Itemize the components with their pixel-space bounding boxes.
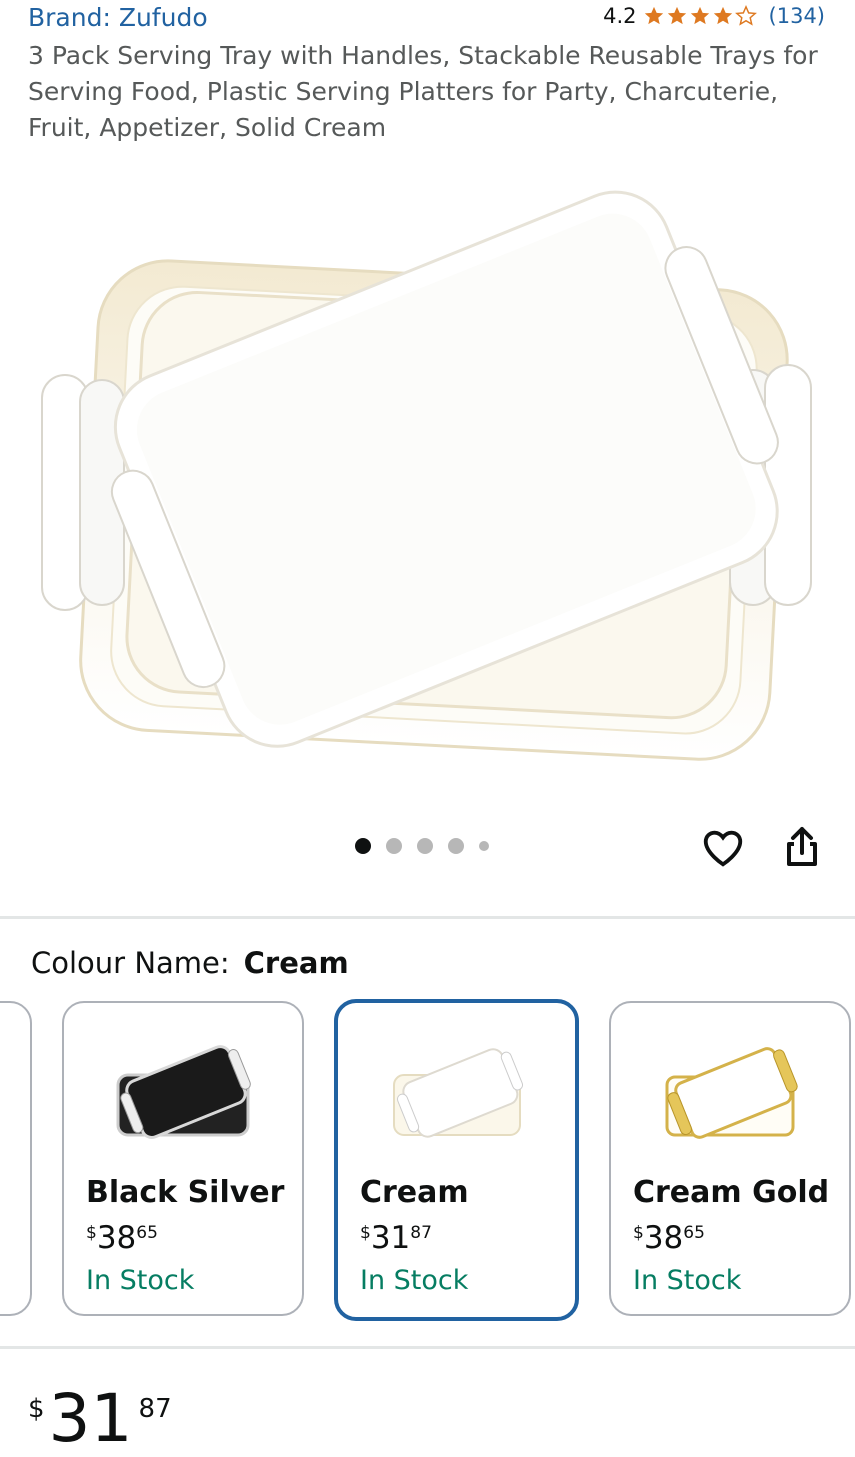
colour-option-card-offscreen[interactable] [0,1001,32,1316]
price-fraction: 65 [683,1223,705,1243]
buybox-price: $ 31 87 [28,1386,172,1452]
colour-option-cream-gold[interactable]: Cream Gold $ 38 65 In Stock [609,1001,851,1316]
heart-icon[interactable] [700,825,746,871]
price-whole: 38 [96,1220,137,1256]
brand-link[interactable]: Brand: Zufudo [28,3,208,32]
option-price: $ 38 65 [633,1221,705,1255]
option-name: Cream Gold [633,1175,830,1210]
option-name: Black Silver [86,1175,285,1210]
star-empty-icon [734,5,757,26]
price-symbol: $ [360,1223,371,1243]
option-price: $ 31 87 [360,1221,432,1255]
section-divider [0,1346,855,1349]
option-price: $ 38 65 [86,1221,158,1255]
price-fraction: 65 [136,1223,158,1243]
price-whole: 31 [370,1220,411,1256]
colour-label-text: Colour Name: [31,946,230,980]
price-fraction: 87 [410,1223,432,1243]
option-name: Cream [360,1175,469,1210]
colour-option-cream[interactable]: Cream $ 31 87 In Stock [334,999,579,1321]
colour-option-black-silver[interactable]: Black Silver $ 38 65 In Stock [62,1001,304,1316]
availability-status: In Stock [633,1265,742,1296]
star-full-icon [644,6,663,25]
cream-tray-thumbnail [392,1048,523,1138]
price-symbol: $ [86,1223,97,1243]
share-icon[interactable] [778,823,826,871]
price-symbol: $ [633,1223,644,1243]
cream-gold-tray-thumbnail [665,1047,798,1139]
carousel-dot[interactable] [448,838,464,854]
colour-selector-label: Colour Name: Cream [31,946,349,980]
rating-summary[interactable]: 4.2 (134) [603,4,825,28]
rating-count-link[interactable]: (134) [769,4,825,28]
product-title: 3 Pack Serving Tray with Handles, Stacka… [28,41,818,142]
product-image[interactable] [30,165,825,785]
carousel-dot-active[interactable] [355,838,371,854]
carousel-dot[interactable] [386,838,402,854]
star-full-icon [667,6,686,25]
price-whole: 31 [48,1380,133,1457]
availability-status: In Stock [360,1265,469,1296]
availability-status: In Stock [86,1265,195,1296]
section-divider [0,916,855,919]
price-symbol: $ [28,1394,45,1424]
black-silver-tray-thumbnail [116,1045,251,1139]
star-full-icon [690,6,709,25]
carousel-dot[interactable] [479,841,489,851]
carousel-dot[interactable] [417,838,433,854]
star-full-icon [713,6,732,25]
selected-colour-value: Cream [243,946,349,980]
price-whole: 38 [643,1220,684,1256]
price-fraction: 87 [138,1394,172,1424]
rating-value: 4.2 [603,4,637,28]
star-rating [643,5,757,27]
image-carousel-indicator[interactable] [355,838,489,854]
